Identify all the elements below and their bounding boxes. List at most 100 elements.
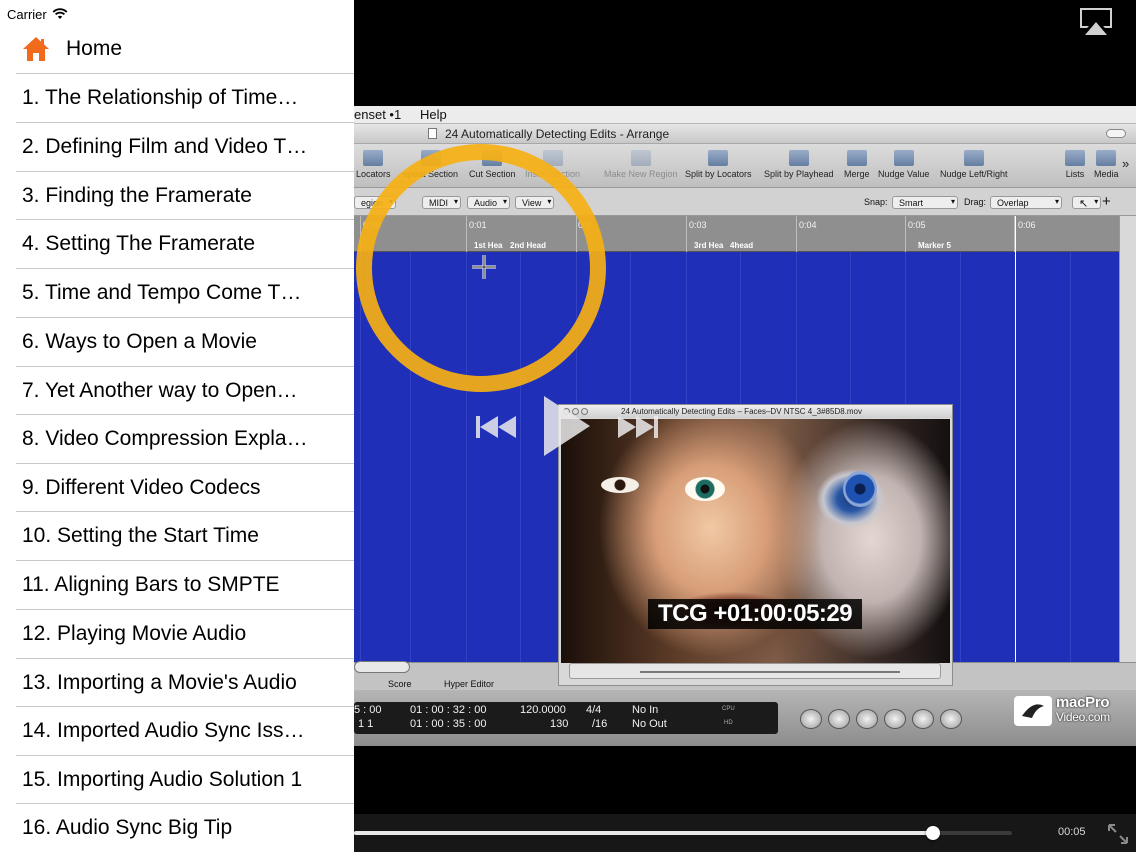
lesson-item-7[interactable]: 7. Yet Another way to Open…	[0, 367, 354, 416]
lesson-item-10[interactable]: 10. Setting the Start Time	[0, 512, 354, 561]
lesson-item-15[interactable]: 15. Importing Audio Solution 1	[0, 756, 354, 805]
macprovideo-logo-icon	[1014, 696, 1052, 726]
skip-forward-icon[interactable]	[616, 416, 658, 438]
play-icon[interactable]	[542, 396, 592, 456]
face-eye-blue	[843, 471, 877, 507]
movie-controller	[569, 663, 941, 679]
transport-record-icon	[940, 709, 962, 729]
timecode-burn-in: TCG +01:00:05:29	[648, 599, 863, 629]
split-locators-icon	[708, 150, 729, 166]
lesson-title: 9. Different Video Codecs	[22, 476, 261, 499]
lesson-item-1[interactable]: 1. The Relationship of Time…	[0, 74, 354, 123]
wifi-icon	[52, 8, 68, 19]
menu-item-help: Help	[420, 107, 447, 122]
lesson-item-6[interactable]: 6. Ways to Open a Movie	[0, 318, 354, 367]
crosshair-cursor-icon	[472, 255, 496, 279]
hd-label: HD	[724, 720, 733, 726]
status-bar: Carrier	[7, 6, 68, 22]
snap-select: Smart	[892, 196, 958, 209]
watermark-line-2: Video.com	[1056, 710, 1110, 724]
smpte-start: 01 : 00 : 32 : 00	[410, 704, 487, 716]
transport-pause-icon	[912, 709, 934, 729]
nudge-value-button: Nudge Value	[878, 150, 929, 179]
lesson-title: 1. The Relationship of Time…	[22, 86, 299, 109]
transport-forward-icon	[828, 709, 850, 729]
player-overlay-controls	[476, 396, 666, 460]
smpte-end: 01 : 00 : 35 : 00	[410, 718, 487, 730]
scrubber-thumb[interactable]	[926, 826, 940, 840]
snap-label: Snap:	[864, 197, 888, 207]
transport-play-icon	[884, 709, 906, 729]
skip-back-icon[interactable]	[476, 416, 518, 438]
locators-icon	[363, 150, 384, 166]
lesson-item-12[interactable]: 12. Playing Movie Audio	[0, 610, 354, 659]
cpu-label: CPU	[722, 706, 735, 712]
split-playhead-icon	[788, 150, 809, 166]
app-root: Carrier Home 1. The Relationship of Time…	[0, 0, 1136, 852]
lists-button: Lists	[1065, 150, 1085, 179]
nudge-left-right-icon	[963, 150, 984, 166]
nudge-left-right-button: Nudge Left/Right	[940, 150, 1008, 179]
transport-stop-icon	[856, 709, 878, 729]
lesson-title: 14. Imported Audio Sync Iss…	[22, 719, 305, 742]
watermark-line-1: macPro	[1056, 694, 1110, 711]
lesson-title: 12. Playing Movie Audio	[22, 622, 247, 645]
window-title: 24 Automatically Detecting Edits - Arran…	[445, 127, 670, 141]
transport-lcd: 5 : 00 1 1 01 : 00 : 32 : 00 01 : 00 : 3…	[354, 702, 778, 734]
menu-bar: enset •1 Help	[354, 106, 1136, 124]
tempo-sub-value: 130	[550, 718, 569, 730]
nudge-value-icon	[893, 150, 914, 166]
marker-5: Marker 5	[918, 241, 951, 250]
vertical-scrollbar	[1119, 216, 1136, 666]
scrubber-progress	[354, 831, 933, 835]
make-region-icon	[630, 150, 651, 166]
playback-scrubber: 00:05	[354, 814, 1136, 852]
toolbar-overflow: »	[1122, 156, 1130, 171]
split-by-locators-button: Split by Locators	[685, 150, 752, 179]
lesson-item-8[interactable]: 8. Video Compression Expla…	[0, 415, 354, 464]
lesson-item-3[interactable]: 3. Finding the Framerate	[0, 172, 354, 221]
lesson-title: 7. Yet Another way to Open…	[22, 379, 298, 402]
merge-icon	[846, 150, 867, 166]
lesson-title: 2. Defining Film and Video T…	[22, 135, 308, 158]
lists-icon	[1065, 150, 1085, 166]
sidebar-lesson-list: Carrier Home 1. The Relationship of Time…	[0, 0, 354, 852]
document-icon	[428, 128, 437, 139]
fullscreen-icon[interactable]	[1108, 824, 1128, 844]
lesson-item-14[interactable]: 14. Imported Audio Sync Iss…	[0, 707, 354, 756]
ruler-time-6: 0:06	[1018, 220, 1036, 230]
carrier-label: Carrier	[7, 6, 47, 22]
position-bars-bottom: 1 1	[358, 718, 374, 730]
window-titlebar: 24 Automatically Detecting Edits - Arran…	[354, 124, 1136, 144]
menu-item-screenset: enset •1	[354, 107, 402, 122]
position-bars-top: 5 : 00	[354, 704, 382, 716]
lesson-title: 16. Audio Sync Big Tip	[22, 816, 233, 839]
ruler-time-4: 0:04	[799, 220, 817, 230]
lesson-item-4[interactable]: 4. Setting The Framerate	[0, 220, 354, 269]
airplay-icon[interactable]	[1078, 6, 1114, 36]
face-eye-left	[601, 477, 639, 493]
time-signature: 4/4	[586, 704, 602, 716]
transport-rewind-icon	[800, 709, 822, 729]
lesson-item-13[interactable]: 13. Importing a Movie's Audio	[0, 659, 354, 708]
tempo-value: 120.0000	[520, 704, 566, 716]
movie-controller-track	[640, 671, 900, 673]
punch-out: No Out	[632, 718, 667, 730]
lesson-item-5[interactable]: 5. Time and Tempo Come T…	[0, 269, 354, 318]
lesson-item-9[interactable]: 9. Different Video Codecs	[0, 464, 354, 513]
tab-hyper-editor: Hyper Editor	[444, 679, 495, 689]
lesson-title: 10. Setting the Start Time	[22, 524, 259, 547]
ruler-time-5: 0:05	[908, 220, 926, 230]
make-new-region-button: Make New Region	[604, 150, 678, 179]
home-label: Home	[66, 37, 123, 60]
lesson-item-2[interactable]: 2. Defining Film and Video T…	[0, 123, 354, 172]
lesson-title: 4. Setting The Framerate	[22, 232, 256, 255]
marker-3: 3rd Hea	[694, 241, 724, 250]
horizontal-scrollbar	[354, 661, 410, 673]
lesson-item-16[interactable]: 16. Audio Sync Big Tip	[0, 804, 354, 852]
lesson-item-11[interactable]: 11. Aligning Bars to SMPTE	[0, 561, 354, 610]
home-icon	[23, 37, 49, 61]
home-row[interactable]: Home	[0, 26, 354, 74]
lesson-title: 15. Importing Audio Solution 1	[22, 768, 303, 791]
locators-button: Locators	[356, 150, 391, 179]
